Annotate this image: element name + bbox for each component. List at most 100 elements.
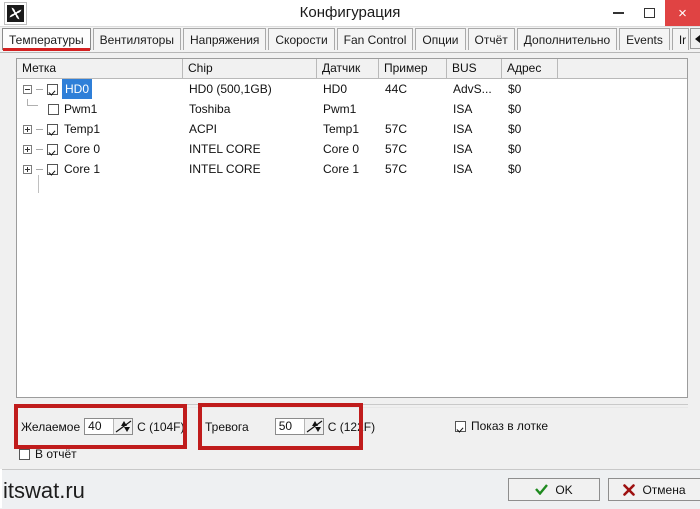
tab-speeds[interactable]: Скорости [268,28,335,50]
tab-fans[interactable]: Вентиляторы [92,28,181,50]
watermark-text: itswat.ru [3,478,85,503]
row-chip-cell: HD0 (500,1GB) [189,82,272,96]
minimize-button[interactable] [603,0,634,26]
ok-button[interactable]: OK [508,478,600,501]
tree-line [36,88,43,90]
row-sensor-cell: Pwm1 [323,102,357,116]
column-header-bus[interactable]: BUS [447,59,502,78]
row-checkbox[interactable] [47,83,58,95]
tab-report[interactable]: Отчёт [467,28,515,50]
tab-fan-control[interactable]: Fan Control [336,28,414,50]
configuration-window: Конфигурация × Температуры Вентиляторы Н… [0,0,700,509]
row-addr-cell: $0 [508,82,522,96]
row-label-cell[interactable]: Pwm1 [23,99,183,119]
spin-up-down-icon [306,420,323,433]
row-addr-cell: $0 [508,162,522,176]
row-checkbox[interactable] [47,143,58,155]
tab-advanced[interactable]: Дополнительно [516,28,618,50]
column-header-sample[interactable]: Пример [379,59,447,78]
row-label-text: Core 0 [64,142,101,156]
tree-collapse-icon[interactable] [23,84,32,94]
tree-expand-icon[interactable] [23,164,32,174]
tab-events[interactable]: Events [619,28,670,50]
window-title: Конфигурация [299,4,401,21]
row-checkbox[interactable] [47,123,58,135]
table-row[interactable]: Core 0 INTEL CORE Core 0 57C ISA $0 [17,139,687,159]
table-row[interactable]: HD0 HD0 (500,1GB) HD0 44C AdvS... $0 [17,79,687,99]
row-label-text: HD0 [62,79,93,99]
column-header-sensor[interactable]: Датчик [317,59,379,78]
desired-spinner[interactable] [113,419,133,434]
column-header-label[interactable]: Метка [17,59,183,78]
row-sample-cell [385,99,447,119]
tree-line [36,148,43,150]
close-button[interactable]: × [665,0,700,26]
title-bar: Конфигурация × [0,0,700,27]
tray-checkbox[interactable] [455,420,466,432]
maximize-icon [644,8,655,18]
row-label-text: Temp1 [64,122,101,136]
row-chip-cell: ACPI [189,122,218,136]
column-header-chip[interactable]: Chip [183,59,317,78]
tray-checkbox-label: Показ в лотке [471,419,548,433]
row-bus-cell: ISA [453,162,473,176]
grid-rows: HD0 HD0 (500,1GB) HD0 44C AdvS... $0 Pwm… [17,79,687,193]
row-checkbox[interactable] [47,163,58,175]
row-sensor-cell: Temp1 [323,122,360,136]
cancel-button[interactable]: Отмена [608,478,700,501]
row-label-cell[interactable]: HD0 [23,79,183,99]
column-header-addr[interactable]: Адрес [502,59,558,78]
maximize-button[interactable] [634,0,665,26]
row-label-cell[interactable]: Temp1 [23,119,183,139]
row-bus-cell: ISA [453,142,473,156]
row-bus-cell: ISA [453,102,473,116]
grid-header: Метка Chip Датчик Пример BUS Адрес [17,59,687,79]
report-checkbox-label: В отчёт [35,447,77,461]
tree-expand-icon[interactable] [23,144,32,154]
tab-ir[interactable]: Ir [671,28,690,50]
row-chip-cell: INTEL CORE [189,142,261,156]
row-checkbox[interactable] [48,103,59,115]
table-row[interactable]: Temp1 ACPI Temp1 57C ISA $0 [17,119,687,139]
table-row[interactable]: Core 1 INTEL CORE Core 1 57C ISA $0 [17,159,687,179]
row-sample-cell: 57C [385,162,408,176]
tree-line [36,168,43,170]
tab-voltages[interactable]: Напряжения [182,28,267,50]
alarm-spinner[interactable] [303,419,323,434]
row-sensor-cell: Core 0 [323,142,360,156]
desired-temperature-field: Желаемое 40 C (104F) [21,418,185,435]
report-checkbox[interactable] [19,448,30,460]
desired-input[interactable]: 40 [84,418,134,435]
ok-button-label: OK [555,482,573,497]
tab-options[interactable]: Опции [415,28,466,50]
panel-divider [14,404,688,405]
tray-checkbox-row[interactable]: Показ в лотке [455,419,548,433]
footer-left-edge [0,469,2,508]
tab-strip: Температуры Вентиляторы Напряжения Скоро… [0,27,700,53]
cross-icon [623,483,636,496]
alarm-units: C (122F) [327,419,376,434]
table-row[interactable]: Pwm1 Toshiba Pwm1 ISA $0 [17,99,687,119]
desired-units: C (104F) [137,419,185,434]
row-addr-cell: $0 [508,122,522,136]
row-bus-cell: AdvS... [453,82,492,96]
report-checkbox-row[interactable]: В отчёт [19,447,77,461]
row-label-cell[interactable]: Core 1 [23,159,183,179]
tree-expand-icon[interactable] [23,124,32,134]
sensor-grid: Метка Chip Датчик Пример BUS Адрес HD0 H… [16,58,688,398]
row-sensor-cell: Core 1 [323,162,360,176]
desired-value[interactable]: 40 [85,419,113,434]
chevron-left-icon [694,34,700,43]
tab-temperatures[interactable]: Температуры [2,28,91,51]
alarm-temperature-field: Тревога 50 C (122F) [205,418,375,435]
tab-scroll-left-button[interactable] [690,28,700,49]
alarm-value[interactable]: 50 [276,419,304,434]
row-label-text: Pwm1 [64,102,98,116]
row-label-cell[interactable]: Core 0 [23,139,183,159]
alarm-input[interactable]: 50 [274,418,324,435]
row-sample-cell: 57C [385,142,408,156]
alarm-label: Тревога [205,419,249,434]
tree-line [36,128,43,130]
tab-scroll-buttons [690,28,700,49]
spin-up-down-icon [115,420,132,433]
